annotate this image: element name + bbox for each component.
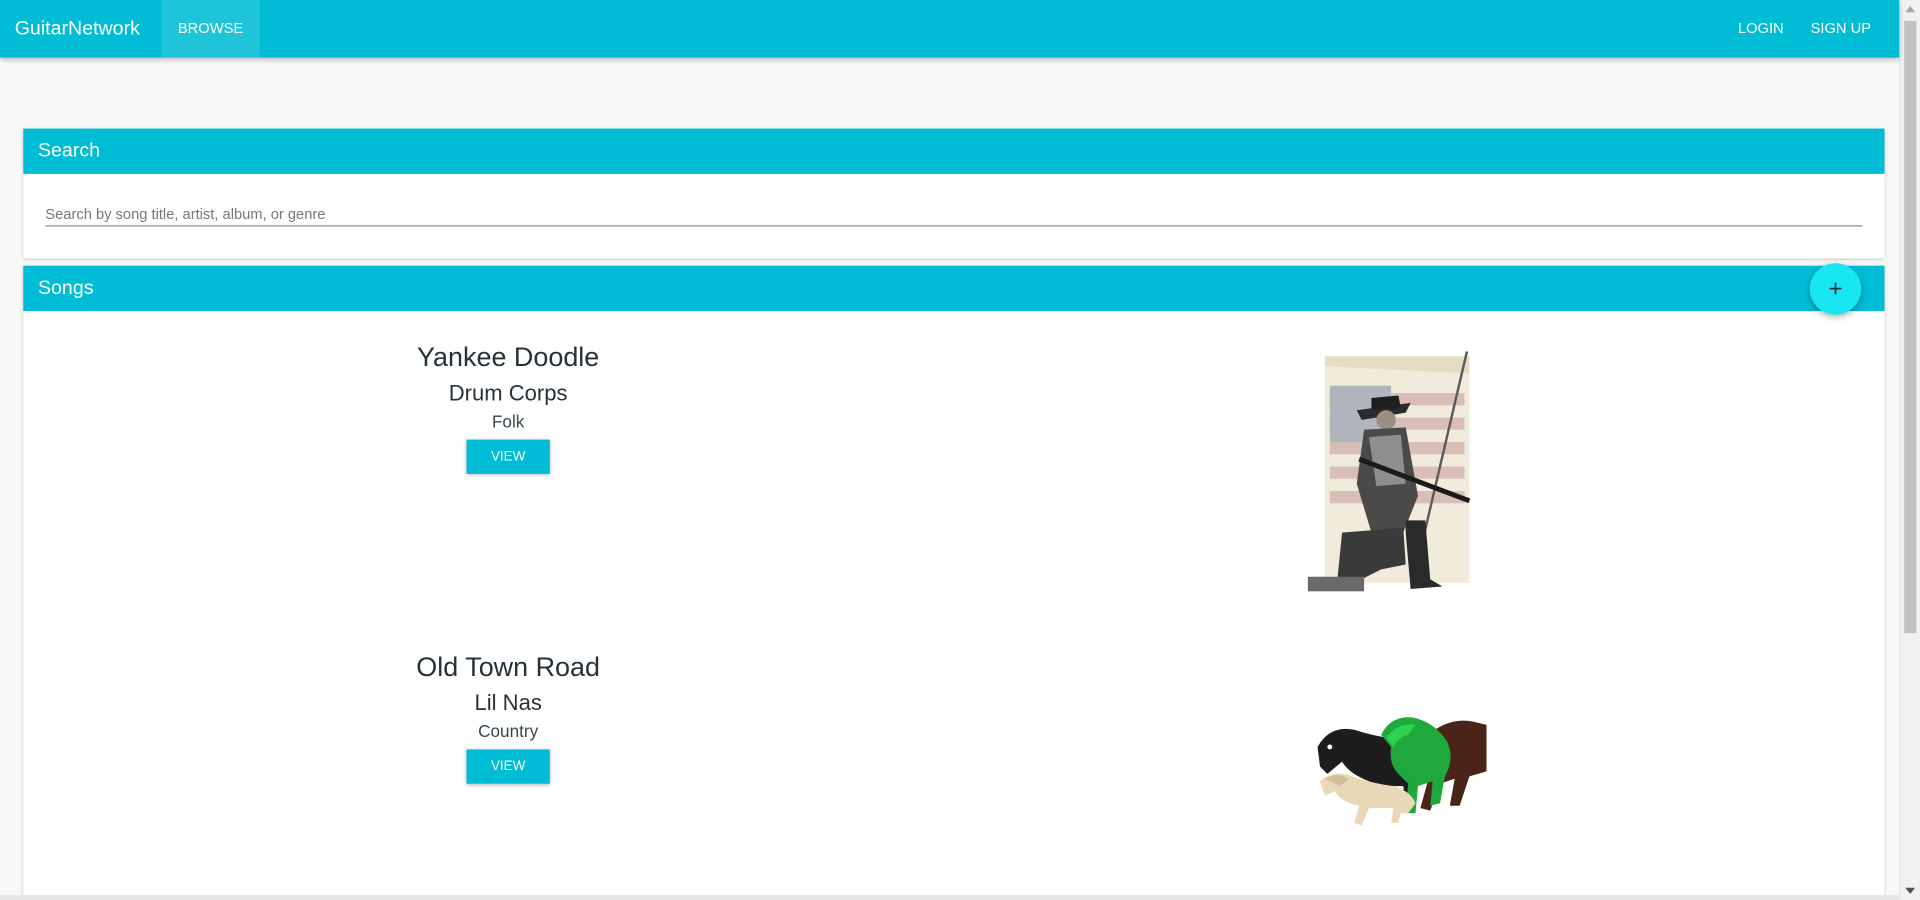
song-title: Old Town Road: [416, 651, 601, 683]
song-genre: Country: [478, 721, 539, 741]
login-link[interactable]: LOGIN: [1724, 0, 1797, 58]
plus-icon: +: [1828, 274, 1843, 302]
search-card-title: Search: [23, 128, 1885, 174]
page: GuitarNetwork BROWSE LOGIN SIGN UP Searc…: [0, 0, 1920, 900]
scroll-up-icon[interactable]: [1905, 6, 1916, 13]
scroll-down-icon[interactable]: [1905, 887, 1916, 894]
nav-browse[interactable]: BROWSE: [161, 0, 260, 58]
page-scrollbar[interactable]: [1899, 0, 1920, 900]
brand-logo[interactable]: GuitarNetwork: [0, 0, 162, 58]
view-song-button[interactable]: VIEW: [466, 749, 550, 784]
song-genre: Folk: [491, 411, 525, 432]
scroll-thumb[interactable]: [1904, 20, 1917, 634]
minuteman-with-flag-image: [1307, 349, 1475, 598]
bottom-edge: [0, 895, 1900, 900]
search-input[interactable]: [45, 202, 1863, 227]
signup-link[interactable]: SIGN UP: [1797, 0, 1884, 58]
song-item: Yankee Doodle Drum Corps Folk VIEW: [324, 342, 691, 474]
view-song-button[interactable]: VIEW: [466, 439, 550, 474]
nav-right-group: LOGIN SIGN UP: [1724, 0, 1899, 58]
song-title: Yankee Doodle: [417, 341, 600, 373]
search-card: Search: [23, 128, 1885, 259]
song-artist: Drum Corps: [448, 380, 568, 406]
running-horses-image: [1313, 710, 1487, 834]
song-item: Old Town Road Lil Nas Country VIEW: [324, 651, 691, 784]
top-navbar: GuitarNetwork BROWSE LOGIN SIGN UP: [0, 0, 1900, 58]
songs-card: Songs: [23, 265, 1885, 900]
add-song-button[interactable]: +: [1809, 263, 1862, 315]
song-artist: Lil Nas: [474, 690, 542, 716]
songs-card-title: Songs: [23, 265, 1885, 312]
